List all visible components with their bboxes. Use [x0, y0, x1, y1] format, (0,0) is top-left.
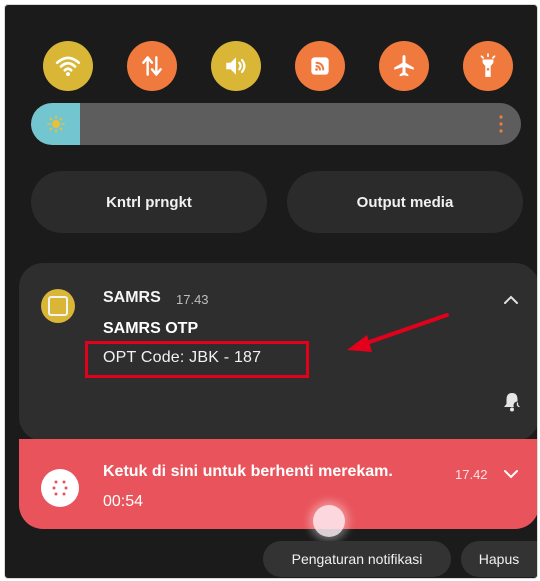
clear-all-label: Hapus	[478, 551, 520, 567]
data-transfer-icon	[142, 56, 162, 76]
sun-icon	[47, 115, 65, 133]
flashlight-toggle[interactable]	[463, 41, 513, 91]
mobile-data-toggle[interactable]	[127, 41, 177, 91]
cast-icon	[311, 57, 329, 75]
media-output-button[interactable]: Output media	[287, 171, 523, 233]
snooze-bell-icon[interactable]	[501, 391, 523, 413]
notification-time: 17.43	[176, 292, 209, 307]
app-name: SAMRS	[103, 289, 161, 306]
media-output-label: Output media	[356, 193, 454, 211]
flashlight-icon	[480, 53, 496, 77]
device-control-button[interactable]: Kntrl prngkt	[31, 171, 267, 233]
recording-time: 17.42	[455, 467, 488, 482]
more-options-icon[interactable]	[499, 115, 503, 133]
clear-all-button[interactable]: Hapus	[461, 541, 537, 577]
samrs-app-icon	[41, 289, 75, 323]
otp-notification[interactable]: SAMRS 17.43 SAMRS OTP OPT Code: JBK - 18…	[19, 263, 537, 441]
quick-settings-row	[5, 5, 537, 115]
cast-toggle[interactable]	[295, 41, 345, 91]
recording-timer: 00:54	[103, 493, 144, 510]
airplane-icon	[394, 55, 414, 77]
wifi-toggle[interactable]	[43, 41, 93, 91]
screen-recording-notification[interactable]: Ketuk di sini untuk berhenti merekam. 17…	[19, 439, 537, 529]
brightness-slider[interactable]	[31, 103, 521, 145]
otp-code-text: OPT Code: JBK - 187	[103, 349, 262, 366]
expand-chevron-icon[interactable]	[503, 469, 519, 479]
touch-indicator	[313, 505, 345, 537]
red-arrow-annotation	[347, 313, 449, 352]
collapse-chevron-icon[interactable]	[503, 295, 519, 305]
notification-title: SAMRS OTP	[103, 320, 199, 337]
notification-shade: Kntrl prngkt Output media SAMRS 17.43 SA…	[4, 4, 538, 579]
notification-settings-label: Pengaturan notifikasi	[291, 551, 423, 567]
airplane-mode-toggle[interactable]	[379, 41, 429, 91]
sound-toggle[interactable]	[211, 41, 261, 91]
notification-settings-button[interactable]: Pengaturan notifikasi	[263, 541, 451, 577]
wifi-icon	[55, 56, 81, 77]
volume-icon	[226, 57, 246, 75]
recording-stop-text: Ketuk di sini untuk berhenti merekam.	[103, 463, 393, 480]
record-stop-icon	[41, 469, 79, 507]
device-control-label: Kntrl prngkt	[106, 193, 192, 211]
